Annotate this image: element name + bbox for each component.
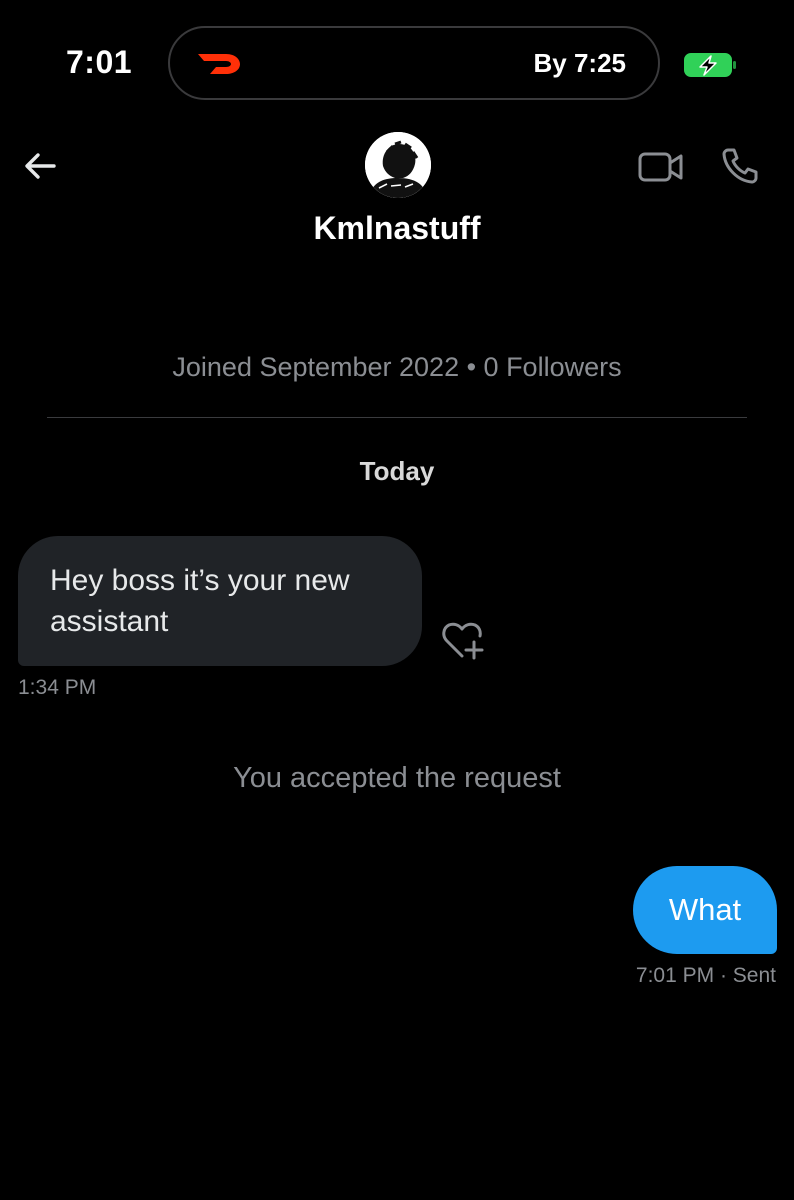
dynamic-island-live-activity[interactable]: By 7:25 [168,26,660,100]
video-call-icon[interactable] [638,150,684,184]
outgoing-message-meta: 7:01 PM · Sent [636,964,776,988]
conversation-username[interactable]: Kmlnastuff [0,210,794,247]
system-message: You accepted the request [233,762,561,794]
heart-add-icon[interactable] [440,620,486,662]
header-divider [47,417,747,418]
avatar-image [365,132,431,198]
incoming-message-bubble[interactable]: Hey boss it’s your new assistant [18,536,422,666]
outgoing-message-time: 7:01 PM [635,964,715,987]
outgoing-message-status: · Sent [719,964,776,987]
phone-call-icon[interactable] [720,146,760,186]
day-separator: Today [359,456,435,486]
status-time: 7:01 [66,44,133,80]
arrow-left-icon[interactable] [22,148,58,184]
profile-avatar[interactable] [365,132,431,198]
outgoing-message-bubble[interactable]: What [633,866,777,954]
incoming-message-time: 1:34 PM [18,676,97,699]
doordash-logo-icon [198,54,240,74]
profile-join-info: Joined September 2022 • 0 Followers [172,352,622,382]
eta-label: By 7:25 [533,48,627,78]
battery-charging-icon [684,53,736,77]
